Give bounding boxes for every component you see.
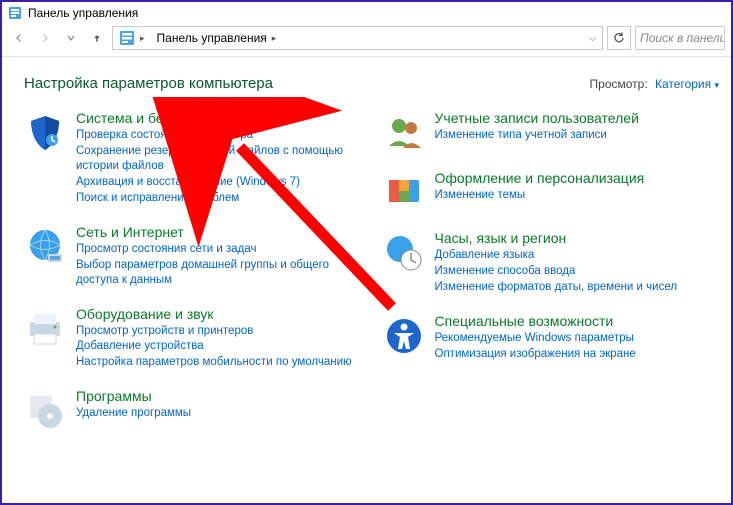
category-title[interactable]: Часы, язык и регион (435, 230, 678, 246)
category-system-security: Система и безопасность Проверка состояни… (24, 110, 365, 206)
view-by-label: Просмотр: (590, 77, 648, 91)
category-link[interactable]: Добавление устройства (76, 339, 352, 354)
address-root-icon[interactable]: ▸ (115, 27, 151, 49)
navigation-bar: ▸ Панель управления ▸ ⌵ Поиск в панели (2, 24, 731, 56)
category-link[interactable]: Добавление языка (435, 248, 678, 263)
users-icon (383, 110, 425, 152)
page-title: Настройка параметров компьютера (24, 75, 273, 92)
category-title[interactable]: Система и безопасность (76, 110, 365, 126)
forward-button[interactable] (34, 27, 56, 49)
category-link[interactable]: Выбор параметров домашней группы и общег… (76, 258, 365, 288)
address-bar[interactable]: ▸ Панель управления ▸ ⌵ (112, 26, 603, 50)
right-column: Учетные записи пользователей Изменение т… (383, 110, 724, 448)
chevron-down-icon[interactable]: ▾ (714, 80, 719, 90)
titlebar: Панель управления (2, 2, 731, 24)
category-link[interactable]: Проверка состояния компьютера (76, 128, 365, 143)
category-title[interactable]: Оформление и персонализация (435, 170, 645, 186)
category-users: Учетные записи пользователей Изменение т… (383, 110, 724, 152)
category-link[interactable]: Изменение форматов даты, времени и чисел (435, 280, 678, 295)
category-link[interactable]: Изменение способа ввода (435, 264, 678, 279)
shield-icon (24, 110, 66, 152)
globe-icon (24, 224, 66, 266)
category-title[interactable]: Оборудование и звук (76, 306, 352, 322)
category-clock: Часы, язык и регион Добавление языка Изм… (383, 230, 724, 295)
chevron-right-icon[interactable]: ▸ (270, 33, 279, 44)
search-placeholder: Поиск в панели (640, 31, 725, 45)
category-title[interactable]: Учетные записи пользователей (435, 110, 639, 126)
category-link[interactable]: Просмотр устройств и принтеров (76, 324, 352, 339)
search-input[interactable]: Поиск в панели (635, 26, 725, 50)
category-link[interactable]: Просмотр состояния сети и задач (76, 242, 365, 257)
address-segment-label: Панель управления (157, 31, 267, 45)
category-link[interactable]: Сохранение резервных копий файлов с помо… (76, 144, 365, 174)
view-by-value[interactable]: Категория (655, 77, 711, 91)
category-link[interactable]: Поиск и исправление проблем (76, 191, 365, 206)
category-appearance: Оформление и персонализация Изменение те… (383, 170, 724, 212)
address-segment[interactable]: Панель управления ▸ (153, 27, 283, 49)
clock-globe-icon (383, 230, 425, 272)
up-button[interactable] (86, 27, 108, 49)
category-link[interactable]: Изменение темы (435, 188, 645, 203)
category-network: Сеть и Интернет Просмотр состояния сети … (24, 224, 365, 288)
category-link[interactable]: Удаление программы (76, 406, 191, 421)
category-link[interactable]: Изменение типа учетной записи (435, 128, 639, 143)
category-title[interactable]: Сеть и Интернет (76, 224, 365, 240)
personalization-icon (383, 170, 425, 212)
category-link[interactable]: Рекомендуемые Windows параметры (435, 331, 636, 346)
chevron-right-icon[interactable]: ▸ (138, 33, 147, 44)
window-title: Панель управления (28, 6, 138, 20)
category-title[interactable]: Программы (76, 388, 191, 404)
content-area: Настройка параметров компьютера Просмотр… (2, 57, 731, 448)
printer-icon (24, 306, 66, 348)
back-button[interactable] (8, 27, 30, 49)
control-panel-icon (8, 6, 22, 20)
category-link[interactable]: Оптимизация изображения на экране (435, 347, 636, 362)
category-hardware: Оборудование и звук Просмотр устройств и… (24, 306, 365, 371)
ease-of-access-icon (383, 313, 425, 355)
left-column: Система и безопасность Проверка состояни… (24, 110, 365, 448)
address-dropdown[interactable]: ⌵ (585, 33, 600, 44)
category-title[interactable]: Специальные возможности (435, 313, 636, 329)
recent-dropdown[interactable] (60, 27, 82, 49)
category-ease-of-access: Специальные возможности Рекомендуемые Wi… (383, 313, 724, 362)
view-by: Просмотр: Категория ▾ (590, 77, 719, 91)
category-link[interactable]: Настройка параметров мобильности по умол… (76, 355, 352, 370)
refresh-button[interactable] (607, 26, 631, 50)
category-programs: Программы Удаление программы (24, 388, 365, 430)
disc-icon (24, 388, 66, 430)
category-link[interactable]: Архивация и восстановление (Windows 7) (76, 175, 365, 190)
